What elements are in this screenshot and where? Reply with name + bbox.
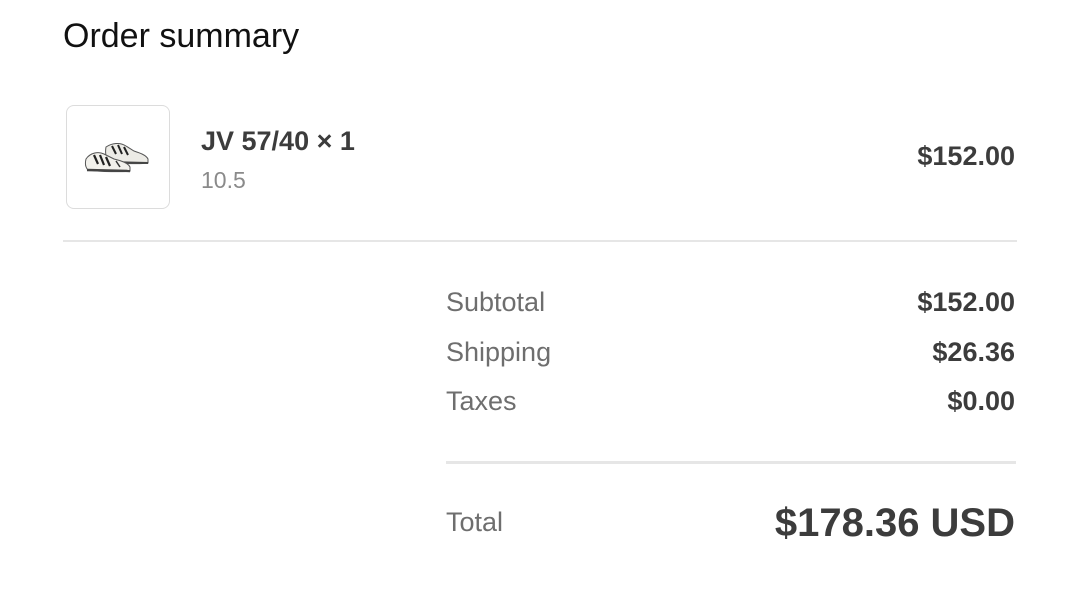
items-divider — [63, 240, 1017, 242]
shipping-value: $26.36 — [932, 337, 1015, 367]
order-summary-title: Order summary — [63, 17, 300, 55]
product-thumbnail — [66, 105, 170, 209]
subtotal-label: Subtotal — [446, 287, 546, 317]
total-value: $178.36 USD — [774, 501, 1015, 545]
product-variant-size: 10.5 — [201, 167, 246, 193]
total-label: Total — [446, 507, 504, 537]
shipping-row: Shipping $26.36 — [446, 335, 1015, 369]
taxes-label: Taxes — [446, 386, 517, 416]
shipping-label: Shipping — [446, 337, 552, 367]
total-divider — [446, 461, 1016, 464]
product-name: JV 57/40 × 1 — [201, 126, 355, 156]
sneaker-image-icon — [84, 143, 149, 173]
subtotal-row: Subtotal $152.00 — [446, 285, 1015, 319]
taxes-value: $0.00 — [947, 386, 1015, 416]
product-price: $152.00 — [917, 141, 1015, 171]
subtotal-value: $152.00 — [917, 287, 1015, 317]
taxes-row: Taxes $0.00 — [446, 384, 1015, 418]
line-item: JV 57/40 × 1 10.5 $152.00 — [63, 105, 1015, 213]
